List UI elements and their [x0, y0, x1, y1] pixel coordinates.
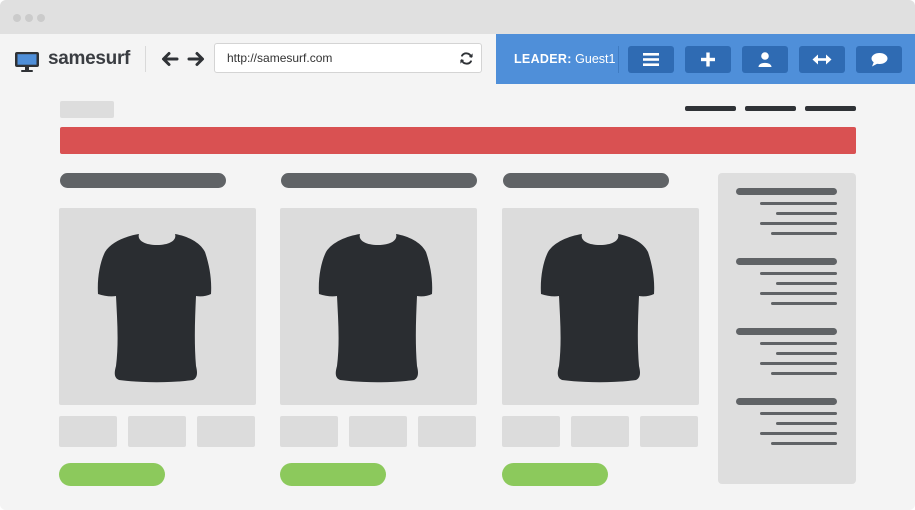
plus-icon — [701, 52, 715, 67]
sidebar-link-placeholder[interactable] — [776, 212, 837, 215]
url-text: http://samesurf.com — [227, 51, 333, 65]
product-image[interactable] — [280, 208, 477, 405]
nav-link-placeholder[interactable] — [745, 106, 796, 111]
brand-name: samesurf — [48, 48, 131, 69]
product-card — [502, 173, 699, 493]
product-option[interactable] — [418, 416, 476, 447]
leader-label: LEADER: — [514, 52, 572, 66]
sidebar-heading-placeholder[interactable] — [736, 328, 837, 335]
collab-bar: LEADER: Guest1 — [496, 34, 915, 84]
product-card — [59, 173, 256, 493]
sidebar-link-placeholder[interactable] — [760, 222, 837, 225]
sidebar-link-placeholder[interactable] — [760, 362, 837, 365]
sidebar-panel — [718, 173, 856, 484]
page-content — [0, 84, 915, 510]
menu-button[interactable] — [628, 46, 674, 73]
nav-link-placeholder[interactable] — [805, 106, 856, 111]
sidebar-link-placeholder[interactable] — [771, 232, 837, 235]
chat-icon — [871, 53, 888, 67]
sidebar-heading-placeholder[interactable] — [736, 188, 837, 195]
promo-banner[interactable] — [60, 127, 856, 154]
product-option[interactable] — [59, 416, 117, 447]
site-logo-placeholder[interactable] — [60, 101, 114, 118]
product-title-placeholder[interactable] — [503, 173, 669, 188]
sidebar-link-placeholder[interactable] — [760, 272, 837, 275]
sidebar-link-placeholder[interactable] — [776, 352, 837, 355]
sidebar-link-placeholder[interactable] — [776, 422, 837, 425]
product-option[interactable] — [640, 416, 698, 447]
sidebar-link-placeholder[interactable] — [760, 202, 837, 205]
sidebar-link-placeholder[interactable] — [771, 442, 837, 445]
product-option[interactable] — [571, 416, 629, 447]
add-to-cart-button[interactable] — [502, 463, 608, 486]
product-option[interactable] — [128, 416, 186, 447]
product-option[interactable] — [197, 416, 255, 447]
back-arrow-icon[interactable] — [160, 49, 180, 69]
sidebar-heading-placeholder[interactable] — [736, 258, 837, 265]
swap-button[interactable] — [799, 46, 845, 73]
forward-arrow-icon[interactable] — [186, 49, 206, 69]
product-image[interactable] — [59, 208, 256, 405]
users-button[interactable] — [742, 46, 788, 73]
sidebar-link-placeholder[interactable] — [760, 342, 837, 345]
leader-indicator: LEADER: Guest1 — [514, 52, 615, 66]
sidebar-link-placeholder[interactable] — [760, 432, 837, 435]
product-option[interactable] — [280, 416, 338, 447]
nav-link-placeholder[interactable] — [685, 106, 736, 111]
tshirt-icon — [540, 234, 655, 383]
sidebar-link-placeholder[interactable] — [760, 412, 837, 415]
chat-button[interactable] — [856, 46, 902, 73]
browser-window: samesurf http://samesurf.com LEADER: Gue… — [0, 0, 915, 510]
sidebar-link-placeholder[interactable] — [776, 282, 837, 285]
window-dot[interactable] — [25, 14, 33, 22]
menu-icon — [643, 53, 659, 66]
product-option[interactable] — [349, 416, 407, 447]
window-dot[interactable] — [37, 14, 45, 22]
tshirt-icon — [97, 234, 212, 383]
add-button[interactable] — [685, 46, 731, 73]
toolbar-divider — [145, 46, 146, 72]
title-bar — [0, 0, 915, 34]
leader-name: Guest1 — [575, 52, 616, 66]
user-icon — [758, 52, 772, 67]
swap-arrows-icon — [812, 54, 832, 65]
sidebar-heading-placeholder[interactable] — [736, 398, 837, 405]
refresh-icon[interactable] — [459, 51, 474, 66]
sidebar-link-placeholder[interactable] — [771, 372, 837, 375]
product-title-placeholder[interactable] — [281, 173, 477, 188]
tshirt-icon — [318, 234, 433, 383]
add-to-cart-button[interactable] — [280, 463, 386, 486]
product-title-placeholder[interactable] — [60, 173, 226, 188]
product-option[interactable] — [502, 416, 560, 447]
address-bar[interactable]: http://samesurf.com — [214, 43, 482, 73]
sidebar-link-placeholder[interactable] — [771, 302, 837, 305]
add-to-cart-button[interactable] — [59, 463, 165, 486]
product-card — [280, 173, 477, 493]
product-image[interactable] — [502, 208, 699, 405]
monitor-icon — [15, 52, 39, 72]
collab-divider — [618, 46, 619, 73]
sidebar-link-placeholder[interactable] — [760, 292, 837, 295]
window-dot[interactable] — [13, 14, 21, 22]
